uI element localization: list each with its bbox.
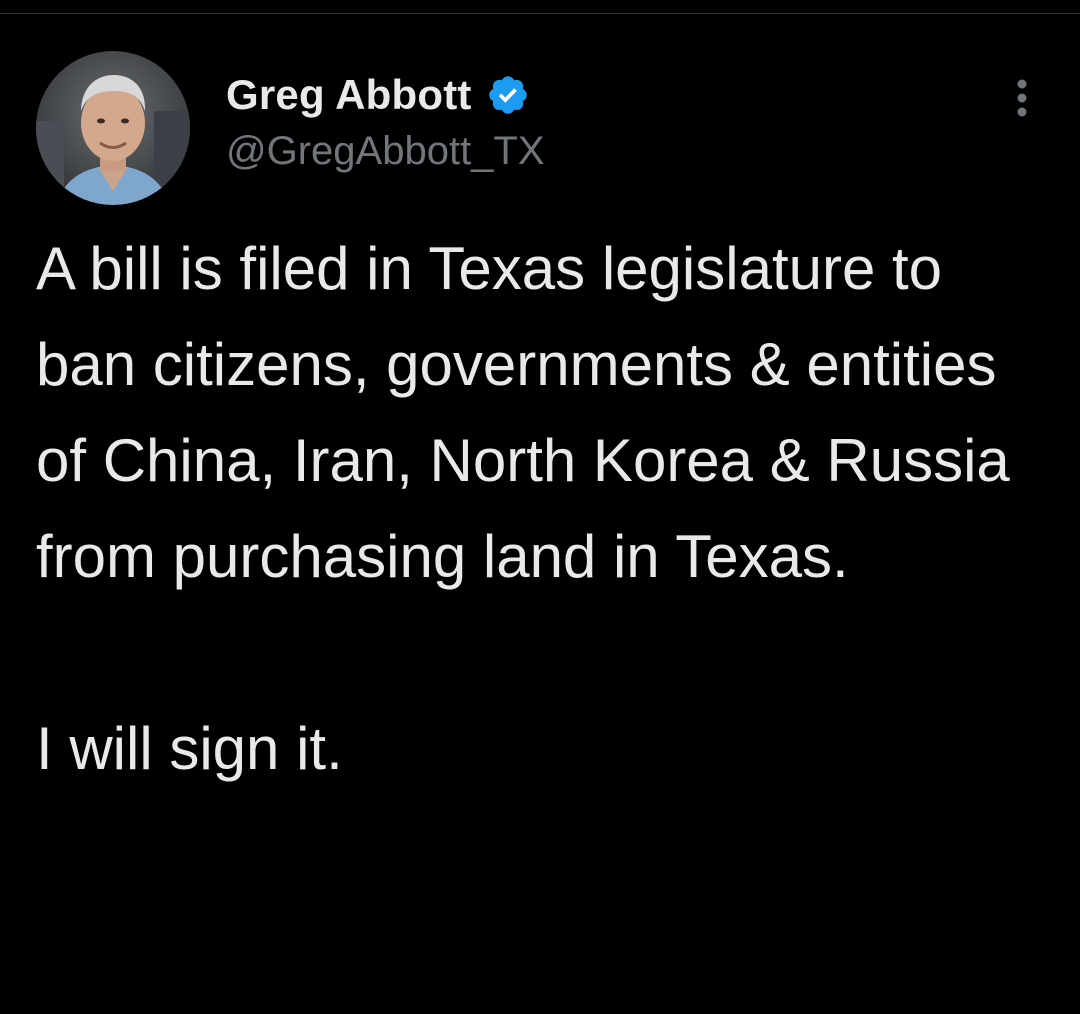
tweet-text: A bill is filed in Texas legislature to … <box>36 221 1046 797</box>
handle[interactable]: @GregAbbott_TX <box>226 129 545 174</box>
tweet[interactable]: Greg Abbott @GregAbbott_TX A bill is fil… <box>0 15 1080 1014</box>
more-options-button[interactable] <box>1000 73 1044 123</box>
tweet-paragraph: A bill is filed in Texas legislature to … <box>36 235 1010 590</box>
tweet-paragraph: I will sign it. <box>36 715 343 782</box>
more-options-icon <box>1017 79 1027 117</box>
display-name[interactable]: Greg Abbott <box>226 71 472 119</box>
profile-photo-icon <box>36 51 190 205</box>
name-row: Greg Abbott <box>226 67 545 123</box>
avatar[interactable] <box>36 51 190 205</box>
author-block[interactable]: Greg Abbott @GregAbbott_TX <box>226 67 545 174</box>
top-divider <box>0 0 1080 14</box>
verified-badge-icon <box>486 73 530 117</box>
